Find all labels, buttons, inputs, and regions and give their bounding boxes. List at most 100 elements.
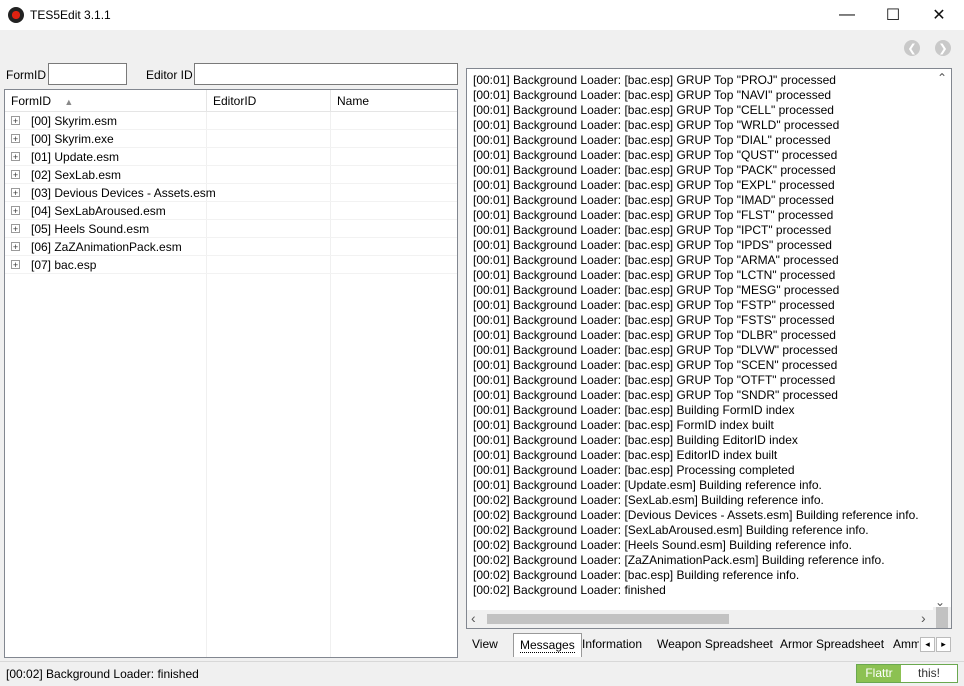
flattr-this-label: this! xyxy=(917,666,940,680)
log-line: [00:01] Background Loader: [bac.esp] GRU… xyxy=(473,298,835,312)
log-line: [00:01] Background Loader: [bac.esp] For… xyxy=(473,418,774,432)
log-line: [00:01] Background Loader: [bac.esp] GRU… xyxy=(473,283,840,297)
scrollbar-thumb[interactable] xyxy=(936,607,948,628)
tree-row[interactable]: + [00] Skyrim.exe xyxy=(5,130,457,148)
tab-scroll-right-icon[interactable]: ▸ xyxy=(936,637,951,652)
scroll-down-icon[interactable]: ⌄ xyxy=(935,595,945,609)
title-bar: TES5Edit 3.1.1 — ☐ ✕ xyxy=(0,0,964,30)
tab-armor-spreadsheet[interactable]: Armor Spreadsheet xyxy=(774,633,890,657)
tree-row-label: [00] Skyrim.esm xyxy=(31,114,118,128)
expand-icon[interactable]: + xyxy=(11,206,20,216)
tree-row[interactable]: + [01] Update.esm xyxy=(5,148,457,166)
expand-icon[interactable]: + xyxy=(11,260,20,270)
log-line: [00:01] Background Loader: [bac.esp] GRU… xyxy=(473,238,832,252)
tree-row[interactable]: + [02] SexLab.esm xyxy=(5,166,457,184)
tree-row-label: [01] Update.esm xyxy=(31,150,120,164)
tree-row[interactable]: + [06] ZaZAnimationPack.esm xyxy=(5,238,457,256)
log-line: [00:01] Background Loader: [bac.esp] GRU… xyxy=(473,133,831,147)
log-lines: [00:01] Background Loader: [bac.esp] GRU… xyxy=(473,73,923,598)
log-line: [00:01] Background Loader: [bac.esp] GRU… xyxy=(473,253,839,267)
plugin-tree[interactable]: FormID ▲ EditorID Name + [00] Skyrim.esm… xyxy=(4,89,458,658)
log-line: [00:01] Background Loader: [bac.esp] GRU… xyxy=(473,268,836,282)
tab-view[interactable]: View xyxy=(466,633,504,657)
log-line: [00:01] Background Loader: [Update.esm] … xyxy=(473,478,822,492)
log-line: [00:02] Background Loader: finished xyxy=(473,583,666,597)
log-line: [00:01] Background Loader: [bac.esp] GRU… xyxy=(473,208,834,222)
column-header-name[interactable]: Name xyxy=(331,90,457,112)
scroll-right-icon[interactable]: › xyxy=(921,610,926,626)
log-line: [00:01] Background Loader: [bac.esp] GRU… xyxy=(473,358,838,372)
tab-label: Messages xyxy=(520,638,575,653)
log-line: [00:01] Background Loader: [bac.esp] GRU… xyxy=(473,223,832,237)
editorid-input[interactable] xyxy=(194,63,458,85)
log-line: [00:02] Background Loader: [ZaZAnimation… xyxy=(473,553,885,567)
expand-icon[interactable]: + xyxy=(11,152,20,162)
log-line: [00:01] Background Loader: [bac.esp] GRU… xyxy=(473,343,838,357)
tree-row-label: [05] Heels Sound.esm xyxy=(31,222,150,236)
log-line: [00:02] Background Loader: [Heels Sound.… xyxy=(473,538,852,552)
log-line: [00:02] Background Loader: [bac.esp] Bui… xyxy=(473,568,800,582)
vertical-scrollbar[interactable] xyxy=(933,607,951,628)
forward-icon[interactable]: ❯ xyxy=(935,40,951,56)
scrollbar-thumb[interactable] xyxy=(487,614,729,624)
log-line: [00:02] Background Loader: [Devious Devi… xyxy=(473,508,919,522)
expand-icon[interactable]: + xyxy=(11,242,20,252)
log-line: [00:01] Background Loader: [bac.esp] Edi… xyxy=(473,448,778,462)
log-line: [00:01] Background Loader: [bac.esp] Pro… xyxy=(473,463,795,477)
log-line: [00:02] Background Loader: [SexLabArouse… xyxy=(473,523,869,537)
log-line: [00:01] Background Loader: [bac.esp] GRU… xyxy=(473,73,836,87)
tree-row-label: [06] ZaZAnimationPack.esm xyxy=(31,240,182,254)
log-line: [00:01] Background Loader: [bac.esp] GRU… xyxy=(473,388,838,402)
expand-icon[interactable]: + xyxy=(11,134,20,144)
column-header-label: FormID xyxy=(11,94,51,108)
tree-row[interactable]: + [00] Skyrim.esm xyxy=(5,112,457,130)
log-line: [00:01] Background Loader: [bac.esp] GRU… xyxy=(473,193,834,207)
formid-label: FormID xyxy=(6,68,46,82)
column-header-formid[interactable]: FormID ▲ xyxy=(5,90,207,112)
log-line: [00:01] Background Loader: [bac.esp] GRU… xyxy=(473,373,836,387)
tree-header: FormID ▲ EditorID Name xyxy=(5,90,457,112)
flattr-label: Flattr xyxy=(857,665,901,682)
editorid-label: Editor ID xyxy=(146,68,193,82)
tree-row-label: [00] Skyrim.exe xyxy=(31,132,114,146)
tree-row[interactable]: + [04] SexLabAroused.esm xyxy=(5,202,457,220)
tab-weapon-spreadsheet[interactable]: Weapon Spreadsheet xyxy=(651,633,779,657)
column-header-editorid[interactable]: EditorID xyxy=(207,90,331,112)
log-line: [00:01] Background Loader: [bac.esp] GRU… xyxy=(473,148,838,162)
tree-row[interactable]: + [03] Devious Devices - Assets.esm xyxy=(5,184,457,202)
tab-scroll-left-icon[interactable]: ◂ xyxy=(920,637,935,652)
tab-ammo-spreadsheet[interactable]: Amm xyxy=(887,633,919,657)
sort-ascending-icon: ▲ xyxy=(64,97,74,107)
status-bar: [00:02] Background Loader: finished xyxy=(0,661,964,686)
status-text: [00:02] Background Loader: finished xyxy=(6,667,199,681)
log-line: [00:01] Background Loader: [bac.esp] Bui… xyxy=(473,403,795,417)
minimize-button[interactable]: — xyxy=(824,0,870,30)
window-title: TES5Edit 3.1.1 xyxy=(30,8,111,22)
tree-row-label: [02] SexLab.esm xyxy=(31,168,122,182)
messages-log[interactable]: [00:01] Background Loader: [bac.esp] GRU… xyxy=(466,68,952,629)
maximize-button[interactable]: ☐ xyxy=(870,0,916,30)
expand-icon[interactable]: + xyxy=(11,188,20,198)
expand-icon[interactable]: + xyxy=(11,116,20,126)
flattr-button[interactable]: Flattr this! xyxy=(856,664,958,683)
log-line: [00:01] Background Loader: [bac.esp] GRU… xyxy=(473,328,836,342)
expand-icon[interactable]: + xyxy=(11,170,20,180)
horizontal-scrollbar[interactable]: ‹ › xyxy=(467,610,935,628)
formid-input[interactable] xyxy=(48,63,127,85)
expand-icon[interactable]: + xyxy=(11,224,20,234)
log-line: [00:01] Background Loader: [bac.esp] Bui… xyxy=(473,433,798,447)
scroll-up-icon[interactable]: ⌃ xyxy=(937,71,947,85)
tree-row[interactable]: + [07] bac.esp xyxy=(5,256,457,274)
scroll-left-icon[interactable]: ‹ xyxy=(471,610,476,626)
log-line: [00:01] Background Loader: [bac.esp] GRU… xyxy=(473,163,836,177)
tree-row-label: [07] bac.esp xyxy=(31,258,97,272)
back-icon[interactable]: ❮ xyxy=(904,40,920,56)
tree-row[interactable]: + [05] Heels Sound.esm xyxy=(5,220,457,238)
tab-messages[interactable]: Messages xyxy=(513,633,582,657)
tab-information[interactable]: Information xyxy=(576,633,648,657)
log-line: [00:01] Background Loader: [bac.esp] GRU… xyxy=(473,118,840,132)
log-line: [00:01] Background Loader: [bac.esp] GRU… xyxy=(473,88,832,102)
log-line: [00:01] Background Loader: [bac.esp] GRU… xyxy=(473,103,834,117)
tree-row-label: [04] SexLabAroused.esm xyxy=(31,204,166,218)
close-button[interactable]: ✕ xyxy=(916,0,962,30)
